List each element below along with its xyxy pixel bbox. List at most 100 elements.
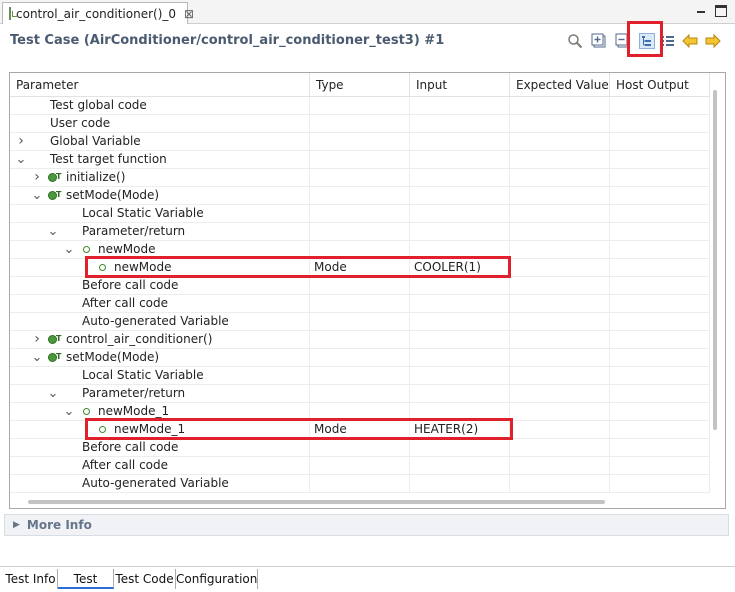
input-cell[interactable] bbox=[410, 295, 510, 313]
input-cell[interactable] bbox=[410, 187, 510, 205]
column-header-host-output[interactable]: Host Output bbox=[610, 73, 710, 97]
host-output-cell bbox=[610, 187, 710, 205]
highlight-box-newmode1-row bbox=[85, 418, 513, 440]
table-row[interactable]: T initialize() bbox=[10, 169, 710, 187]
input-cell[interactable] bbox=[410, 277, 510, 295]
table-row[interactable]: User code bbox=[10, 115, 710, 133]
input-cell[interactable] bbox=[410, 349, 510, 367]
input-cell[interactable] bbox=[410, 151, 510, 169]
expected-value-cell[interactable] bbox=[510, 457, 610, 475]
collapse-chevron-icon[interactable] bbox=[31, 187, 43, 205]
collapse-chevron-icon[interactable] bbox=[63, 403, 75, 421]
expected-value-cell[interactable] bbox=[510, 349, 610, 367]
expected-value-cell[interactable] bbox=[510, 313, 610, 331]
collapse-chevron-icon[interactable] bbox=[15, 151, 27, 169]
table-row[interactable]: Auto-generated Variable bbox=[10, 313, 710, 331]
expected-value-cell[interactable] bbox=[510, 169, 610, 187]
expected-value-cell[interactable] bbox=[510, 439, 610, 457]
input-cell[interactable] bbox=[410, 367, 510, 385]
expected-value-cell[interactable] bbox=[510, 277, 610, 295]
expected-value-cell[interactable] bbox=[510, 331, 610, 349]
search-icon[interactable] bbox=[567, 33, 583, 49]
type-cell bbox=[310, 457, 410, 475]
expected-value-cell[interactable] bbox=[510, 223, 610, 241]
column-header-parameter[interactable]: Parameter bbox=[10, 73, 310, 97]
input-cell[interactable] bbox=[410, 97, 510, 115]
table-row[interactable]: T setMode(Mode) bbox=[10, 187, 710, 205]
minimize-icon[interactable] bbox=[695, 5, 707, 17]
table-row[interactable]: Before call code bbox=[10, 277, 710, 295]
table-row[interactable]: Global Variable bbox=[10, 133, 710, 151]
collapse-chevron-icon[interactable] bbox=[47, 385, 59, 403]
table-row[interactable]: Before call code bbox=[10, 439, 710, 457]
expected-value-cell[interactable] bbox=[510, 421, 610, 439]
expected-value-cell[interactable] bbox=[510, 187, 610, 205]
table-row[interactable]: Auto-generated Variable bbox=[10, 475, 710, 493]
column-header-input[interactable]: Input bbox=[410, 73, 510, 97]
tab-test-code[interactable]: Test Code bbox=[114, 569, 176, 589]
tab-test-case[interactable]: Test Case bbox=[58, 569, 114, 589]
editor-tab[interactable]: control_air_conditioner()_0 ⊠ bbox=[2, 2, 194, 24]
row-label: setMode(Mode) bbox=[66, 188, 160, 202]
close-icon[interactable]: ⊠ bbox=[184, 7, 194, 21]
type-cell bbox=[310, 277, 410, 295]
table-row[interactable]: Local Static Variable bbox=[10, 367, 710, 385]
collapse-chevron-icon[interactable] bbox=[47, 223, 59, 241]
table-row[interactable]: After call code bbox=[10, 295, 710, 313]
expected-value-cell[interactable] bbox=[510, 151, 610, 169]
table-row[interactable]: After call code bbox=[10, 457, 710, 475]
input-cell[interactable] bbox=[410, 133, 510, 151]
highlight-box-newmode-row bbox=[85, 256, 511, 278]
expand-chevron-icon[interactable] bbox=[15, 133, 27, 151]
input-cell[interactable] bbox=[410, 115, 510, 133]
expected-value-cell[interactable] bbox=[510, 385, 610, 403]
table-row[interactable]: Parameter/return bbox=[10, 223, 710, 241]
expected-value-cell[interactable] bbox=[510, 295, 610, 313]
column-header-expected-value[interactable]: Expected Value bbox=[510, 73, 610, 97]
tab-test-info[interactable]: Test Info bbox=[4, 569, 58, 589]
input-cell[interactable] bbox=[410, 205, 510, 223]
row-label: Test global code bbox=[50, 98, 147, 112]
collapse-chevron-icon[interactable] bbox=[63, 241, 75, 259]
vertical-scrollbar[interactable] bbox=[713, 90, 717, 430]
input-cell[interactable] bbox=[410, 475, 510, 493]
type-cell bbox=[310, 115, 410, 133]
expected-value-cell[interactable] bbox=[510, 97, 610, 115]
host-output-cell bbox=[610, 277, 710, 295]
row-label: initialize() bbox=[66, 170, 126, 184]
tab-configuration[interactable]: Configuration bbox=[176, 569, 258, 589]
expected-value-cell[interactable] bbox=[510, 133, 610, 151]
expected-value-cell[interactable] bbox=[510, 115, 610, 133]
expected-value-cell[interactable] bbox=[510, 259, 610, 277]
input-cell[interactable] bbox=[410, 223, 510, 241]
expand-all-icon[interactable] bbox=[591, 33, 607, 49]
expected-value-cell[interactable] bbox=[510, 403, 610, 421]
input-cell[interactable] bbox=[410, 313, 510, 331]
table-row[interactable]: Local Static Variable bbox=[10, 205, 710, 223]
input-cell[interactable] bbox=[410, 169, 510, 187]
column-header-type[interactable]: Type bbox=[310, 73, 410, 97]
input-cell[interactable] bbox=[410, 385, 510, 403]
host-output-cell bbox=[610, 421, 710, 439]
arrow-left-icon[interactable] bbox=[682, 33, 698, 49]
more-info-section[interactable]: ▶ More Info bbox=[4, 514, 729, 536]
input-cell[interactable] bbox=[410, 439, 510, 457]
expected-value-cell[interactable] bbox=[510, 367, 610, 385]
arrow-right-icon[interactable] bbox=[705, 33, 721, 49]
expected-value-cell[interactable] bbox=[510, 241, 610, 259]
collapse-chevron-icon[interactable] bbox=[31, 349, 43, 367]
expected-value-cell[interactable] bbox=[510, 475, 610, 493]
expected-value-cell[interactable] bbox=[510, 205, 610, 223]
maximize-icon[interactable] bbox=[715, 5, 727, 17]
table-row[interactable]: T setMode(Mode) bbox=[10, 349, 710, 367]
table-row[interactable]: Test target function bbox=[10, 151, 710, 169]
expand-chevron-icon[interactable] bbox=[31, 331, 43, 349]
expand-triangle-icon: ▶ bbox=[13, 520, 20, 530]
table-row[interactable]: T control_air_conditioner() bbox=[10, 331, 710, 349]
table-row[interactable]: Parameter/return bbox=[10, 385, 710, 403]
expand-chevron-icon[interactable] bbox=[31, 169, 43, 187]
horizontal-scrollbar[interactable] bbox=[28, 500, 605, 504]
input-cell[interactable] bbox=[410, 331, 510, 349]
table-row[interactable]: Test global code bbox=[10, 97, 710, 115]
input-cell[interactable] bbox=[410, 457, 510, 475]
